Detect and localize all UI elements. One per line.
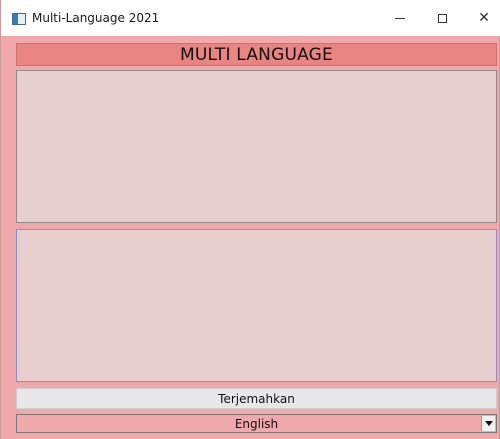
- close-icon: ✕: [478, 10, 490, 26]
- source-text-input[interactable]: [16, 229, 497, 382]
- dropdown-arrow-button[interactable]: [481, 416, 495, 431]
- app-window: Multi-Language 2021 ✕ MULTI LANGUAGE Ter…: [0, 0, 500, 439]
- app-icon: [12, 13, 26, 25]
- language-selected-value: English: [234, 416, 279, 431]
- window-title: Multi-Language 2021: [32, 11, 160, 25]
- minimize-button[interactable]: [377, 0, 423, 36]
- title-bar[interactable]: Multi-Language 2021 ✕: [1, 0, 500, 36]
- close-button[interactable]: ✕: [461, 0, 500, 36]
- translate-button[interactable]: Terjemahkan: [16, 388, 497, 409]
- minimize-icon: [395, 17, 405, 19]
- language-select[interactable]: English: [16, 414, 497, 433]
- page-title: MULTI LANGUAGE: [16, 43, 497, 66]
- maximize-icon: [437, 13, 447, 23]
- translation-output: [16, 70, 497, 223]
- maximize-button[interactable]: [419, 0, 465, 36]
- chevron-down-icon: [484, 421, 493, 426]
